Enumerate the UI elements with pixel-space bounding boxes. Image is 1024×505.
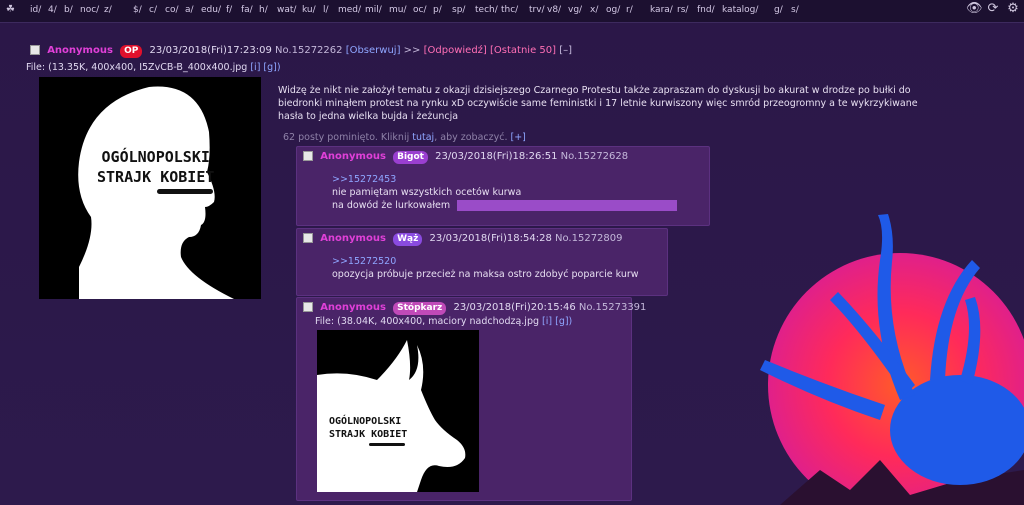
reply-quote-link[interactable]: >>15272520 xyxy=(332,255,662,268)
board-link-dollar[interactable]: $/ xyxy=(133,5,142,15)
reply-badge: Stópkarz xyxy=(393,302,447,315)
observe-link[interactable]: [Obserwuj] xyxy=(346,45,401,56)
reply-checkbox[interactable] xyxy=(303,302,313,312)
op-header: Anonymous OP 23/03/2018(Fri)17:23:09 No.… xyxy=(30,45,572,58)
board-link-a[interactable]: a/ xyxy=(185,5,194,15)
pig-silhouette-image xyxy=(317,340,466,492)
board-link-vg[interactable]: vg/ xyxy=(568,5,582,15)
board-link-p[interactable]: p/ xyxy=(433,5,442,15)
op-checkbox[interactable] xyxy=(30,45,40,55)
board-link-katalog[interactable]: katalog/ xyxy=(722,5,758,15)
op-name: Anonymous xyxy=(47,45,113,56)
reply-date: 23/03/2018(Fri)20:15:46 xyxy=(453,302,576,313)
thread: Anonymous OP 23/03/2018(Fri)17:23:09 No.… xyxy=(0,0,1024,505)
op-image-text-line2: STRAJK KOBIET xyxy=(97,168,215,186)
board-link-wat[interactable]: wat/ xyxy=(277,5,296,15)
board-link-edu[interactable]: edu/ xyxy=(201,5,221,15)
board-link-kara[interactable]: kara/ xyxy=(650,5,673,15)
reply-image-text-line2: STRAJK KOBIET xyxy=(329,429,408,440)
last-50-link[interactable]: [Ostatnie 50] xyxy=(490,45,556,56)
reply-post-number[interactable]: No.15272628 xyxy=(561,151,629,162)
board-link-thc[interactable]: thc/ xyxy=(501,5,518,15)
board-link-v8[interactable]: v8/ xyxy=(547,5,561,15)
reply-name: Anonymous xyxy=(320,233,386,244)
reply-checkbox[interactable] xyxy=(303,151,313,161)
board-link-c[interactable]: c/ xyxy=(149,5,157,15)
board-link-co[interactable]: co/ xyxy=(165,5,179,15)
op-file-info: File: (13.35K, 400x400, I5ZvCB-B_400x400… xyxy=(26,62,281,73)
board-link-fa[interactable]: fa/ xyxy=(241,5,253,15)
collapse-link[interactable]: [–] xyxy=(559,45,572,56)
eye-icon[interactable]: 👁 xyxy=(966,2,983,16)
reply-line: na dowód że lurkowałem xyxy=(332,200,451,211)
reply-name: Anonymous xyxy=(320,302,386,313)
omitted-text: 62 posty pominięto. Kliknij xyxy=(283,132,410,143)
board-link-noc[interactable]: noc/ xyxy=(80,5,99,15)
reply-file-links[interactable]: [i] [g]) xyxy=(542,316,572,327)
board-link-l[interactable]: l/ xyxy=(323,5,329,15)
op-image[interactable]: OGÓLNOPOLSKI STRAJK KOBIET xyxy=(39,77,261,299)
spoiler-bar[interactable] xyxy=(457,200,678,211)
refresh-icon[interactable]: ⟳ xyxy=(986,2,1000,16)
reply-quote-link[interactable]: >>15272453 xyxy=(332,173,702,186)
op-date: 23/03/2018(Fri)17:23:09 xyxy=(149,45,272,56)
op-image-text-line1: OGÓLNOPOLSKI xyxy=(101,148,210,166)
board-link-b[interactable]: b/ xyxy=(64,5,73,15)
reply-post-number[interactable]: No.15272809 xyxy=(555,233,623,244)
reply-name: Anonymous xyxy=(320,151,386,162)
op-message: Widzę że nikt nie założył tematu z okazj… xyxy=(278,85,918,122)
board-link-ku[interactable]: ku/ xyxy=(302,5,316,15)
board-link-h[interactable]: h/ xyxy=(259,5,268,15)
board-link-og[interactable]: og/ xyxy=(606,5,620,15)
omitted-rest: , aby zobaczyć. xyxy=(434,132,508,143)
reply-post: Anonymous Stópkarz 23/03/2018(Fri)20:15:… xyxy=(296,297,646,501)
board-link-mu[interactable]: mu/ xyxy=(389,5,407,15)
reply-line: opozycja próbuje przecież na maksa ostro… xyxy=(332,269,639,280)
board-link-g[interactable]: g/ xyxy=(774,5,783,15)
reply-image-text-line1: OGÓLNOPOLSKI xyxy=(329,416,402,427)
board-link-tech[interactable]: tech/ xyxy=(475,5,498,15)
reply-post: Anonymous Wąż 23/03/2018(Fri)18:54:28 No… xyxy=(296,228,668,296)
op-arrows: >> xyxy=(403,45,421,56)
reply-checkbox[interactable] xyxy=(303,233,313,243)
reply-badge: Wąż xyxy=(393,233,423,246)
board-link-oc[interactable]: oc/ xyxy=(413,5,427,15)
op-file-links[interactable]: [i] [g]) xyxy=(250,62,280,73)
board-link-rs[interactable]: rs/ xyxy=(677,5,688,15)
reply-image[interactable]: OGÓLNOPOLSKI STRAJK KOBIET xyxy=(317,330,479,492)
reply-link[interactable]: [Odpowiedź] xyxy=(424,45,487,56)
board-link-id[interactable]: id/ xyxy=(30,5,41,15)
board-link-s[interactable]: s/ xyxy=(791,5,799,15)
reply-post-number[interactable]: No.15273391 xyxy=(579,302,647,313)
reply-file-name[interactable]: File: (38.04K, 400x400, maciory nadchodz… xyxy=(315,316,539,327)
reply-line: nie pamiętam wszystkich ocetów kurwa xyxy=(332,187,522,198)
gear-icon[interactable]: ⚙ xyxy=(1006,2,1020,16)
reply-date: 23/03/2018(Fri)18:26:51 xyxy=(435,151,558,162)
reply-date: 23/03/2018(Fri)18:54:28 xyxy=(429,233,552,244)
expand-button[interactable]: [+] xyxy=(511,132,526,143)
cat-logo-icon[interactable]: ☘ xyxy=(6,4,15,15)
omitted-posts: 62 posty pominięto. Kliknij tutaj, aby z… xyxy=(283,132,526,143)
board-link-z[interactable]: z/ xyxy=(104,5,112,15)
board-link-med[interactable]: med/ xyxy=(338,5,361,15)
top-nav-bar: ☘ id/4/b/noc/z/ $/ c/co/a/edu/f/fa/h/wat/k… xyxy=(0,0,1024,23)
board-link-fnd[interactable]: fnd/ xyxy=(697,5,715,15)
op-badge: OP xyxy=(120,45,143,58)
op-post-number[interactable]: No.15272262 xyxy=(275,45,343,56)
board-link-sp[interactable]: sp/ xyxy=(452,5,465,15)
board-link-trv[interactable]: trv/ xyxy=(529,5,545,15)
board-link-r[interactable]: r/ xyxy=(626,5,633,15)
board-link-4[interactable]: 4/ xyxy=(48,5,57,15)
omitted-show-link[interactable]: tutaj xyxy=(412,132,434,143)
reply-badge: Bigot xyxy=(393,151,428,164)
op-file-name[interactable]: File: (13.35K, 400x400, I5ZvCB-B_400x400… xyxy=(26,62,247,73)
board-link-x[interactable]: x/ xyxy=(590,5,598,15)
reply-post: Anonymous Bigot 23/03/2018(Fri)18:26:51 … xyxy=(296,146,710,226)
board-link-mil[interactable]: mil/ xyxy=(365,5,382,15)
board-link-f[interactable]: f/ xyxy=(226,5,232,15)
